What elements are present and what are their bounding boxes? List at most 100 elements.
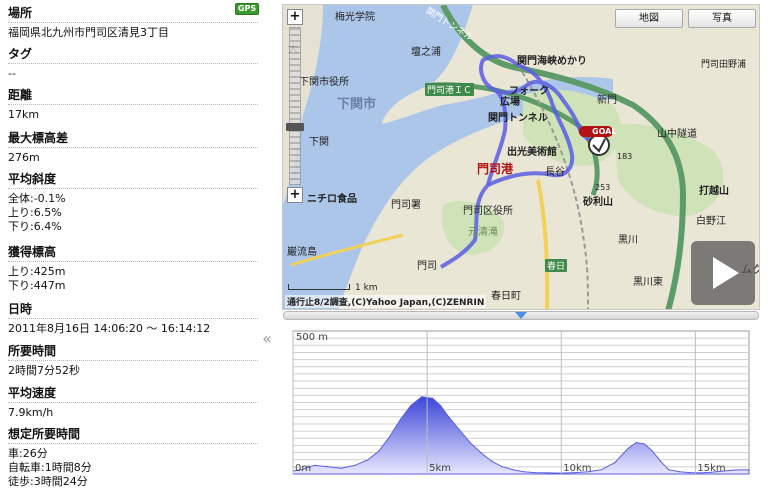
zoom-slider-thumb[interactable] — [286, 123, 304, 131]
field-value: 2011年8月16日 14:06:20 〜 16:14:12 — [8, 322, 211, 335]
elevation-point — [354, 464, 356, 466]
map-label: 関門海峡めかり — [517, 56, 587, 67]
field-label: 想定所要時間 — [8, 425, 258, 444]
elevation-point — [533, 472, 535, 474]
map-label: 門司署 — [391, 200, 421, 211]
map-label: 梅光学院 — [335, 12, 375, 23]
elevation-point — [490, 460, 493, 462]
elevation-point — [469, 441, 471, 444]
elevation-point — [512, 469, 514, 471]
field-value: 車:26分 — [8, 447, 48, 460]
chart-x-tick-label: 5km — [429, 463, 451, 474]
field-value: 上り:6.5% — [8, 206, 62, 219]
map-scale-bar — [288, 284, 350, 290]
elevation-point — [410, 404, 412, 406]
field-value: 徒歩:3時間24分 — [8, 475, 88, 488]
map-label: 下関 — [309, 137, 329, 148]
elevation-point — [480, 452, 482, 454]
map-label: ニチロ食品 — [307, 194, 357, 205]
elevation-point — [327, 466, 329, 468]
map-label: 下関市役所 — [299, 77, 349, 88]
field-datetime: 日時 2011年8月16日 14:06:20 〜 16:14:12 — [8, 300, 258, 335]
field-label: 獲得標高 — [8, 243, 258, 262]
elevation-point — [448, 416, 450, 418]
elevation-point — [735, 469, 737, 471]
field-duration: 所要時間 2時間7分52秒 — [8, 342, 258, 377]
elevation-point — [643, 443, 645, 445]
elevation-point — [614, 462, 616, 464]
elevation-chart-svg: 0m 5km 10km 15km 500 m — [292, 330, 750, 475]
zoom-out-button[interactable]: + — [287, 187, 303, 203]
map-label: 門司区役所 — [463, 206, 513, 217]
field-value: 7.9km/h — [8, 406, 54, 419]
elevation-point — [313, 464, 316, 466]
elevation-point — [501, 466, 503, 468]
goal-marker-label: GOAL — [592, 127, 617, 136]
elevation-point — [627, 447, 629, 449]
map-label: 門司 — [417, 261, 437, 272]
field-tags: タグ -- — [8, 45, 258, 80]
field-location: 場所 福岡県北九州市門司区清見3丁目 — [8, 4, 258, 39]
chart-y-tick-label: 500 m — [296, 332, 328, 343]
elevation-point — [340, 467, 342, 469]
elevation-point — [678, 471, 680, 473]
map-label: 253 — [595, 183, 611, 192]
elevation-point — [635, 441, 637, 444]
elevation-point — [651, 450, 653, 452]
map-label: 巌流島 — [287, 247, 317, 258]
chart-x-tick-label: 15km — [697, 463, 725, 474]
map-label: 出光美術館 — [507, 147, 557, 158]
route-map[interactable]: GOAL 梅光学院 大 壇之浦 関門海峡めかり 下関市役所 門司港ＩＣ フォーク… — [282, 4, 760, 310]
map-label: 門司港ＩＣ — [425, 83, 475, 96]
zoom-slider-track[interactable] — [289, 27, 301, 185]
field-label: 平均斜度 — [8, 170, 258, 189]
map-label: 打越山 — [699, 186, 729, 197]
elevation-point — [659, 460, 662, 462]
elevation-point — [523, 471, 525, 473]
map-label: 新門 — [597, 95, 617, 106]
map-label: 砂利山 — [583, 197, 613, 208]
map-label: 黒川東 — [633, 277, 663, 288]
elevation-point — [389, 436, 391, 438]
map-label: 春日町 — [491, 291, 521, 302]
field-average-grade: 平均斜度 全体:-0.1% 上り:6.5% 下り:6.4% — [8, 170, 258, 233]
photo-view-button[interactable]: 写真 — [688, 9, 756, 28]
zoom-in-button[interactable]: + — [287, 9, 303, 25]
map-label: 黒川 — [618, 235, 638, 246]
field-value: 自転車:1時間8分 — [8, 461, 92, 474]
map-label: 183 — [617, 152, 633, 161]
elevation-point — [667, 469, 670, 471]
chevron-down-icon[interactable] — [515, 312, 527, 319]
route-info-panel: GPS 場所 福岡県北九州市門司区清見3丁目 タグ -- 距離 17km 最大標… — [0, 0, 262, 488]
elevation-point — [399, 419, 401, 421]
chart-x-tick-label: 10km — [563, 463, 591, 474]
map-label: 山中隧道 — [657, 129, 697, 140]
elevation-point — [689, 472, 691, 474]
field-max-elevation-diff: 最大標高差 276m — [8, 129, 258, 164]
play-button[interactable] — [691, 241, 755, 305]
field-value: 下り:6.4% — [8, 220, 62, 233]
elevation-point — [748, 469, 750, 471]
field-estimated-time: 想定所要時間 車:26分 自転車:1時間8分 徒歩:3時間24分 — [8, 425, 258, 488]
elevation-point — [600, 469, 603, 471]
map-label: 門司田野浦 — [701, 60, 747, 70]
field-label: タグ — [8, 45, 258, 64]
map-label: 元清滝 — [468, 227, 498, 238]
field-label: 場所 — [8, 4, 258, 23]
map-label: 白野江 — [696, 216, 726, 227]
field-label: 平均速度 — [8, 384, 258, 403]
field-value: 2時間7分52秒 — [8, 364, 80, 377]
field-value: 276m — [8, 151, 40, 164]
field-value: 17km — [8, 108, 40, 121]
map-label: 関門トンネル — [488, 113, 548, 124]
map-view-button[interactable]: 地図 — [615, 9, 683, 28]
elevation-point — [431, 397, 434, 399]
collapse-panel-icon[interactable]: « — [259, 329, 275, 349]
map-label: 春日 — [545, 259, 568, 272]
elevation-point — [439, 404, 442, 406]
map-label: 門司港 — [477, 162, 514, 176]
elevation-chart[interactable]: 0m 5km 10km 15km 500 m — [283, 322, 759, 482]
map-copyright: 通行止8/2調査,(C)Yahoo Japan,(C)ZENRIN — [285, 295, 487, 308]
field-value: -- — [8, 67, 16, 80]
field-value: 下り:447m — [8, 279, 66, 292]
